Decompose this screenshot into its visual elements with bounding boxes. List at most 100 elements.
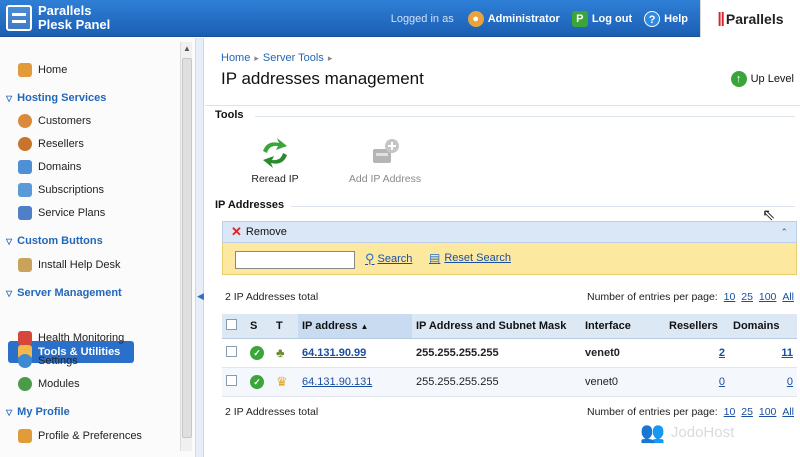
collapse-sidebar-arrow-icon[interactable]: ◀ (197, 291, 204, 302)
section-custom-buttons[interactable]: ▽ Custom Buttons (6, 235, 103, 247)
breadcrumb-server-tools[interactable]: Server Tools (263, 52, 324, 64)
sidebar-item-profile-preferences[interactable]: Profile & Preferences (18, 429, 142, 443)
column-ip-address[interactable]: IP address ▲ (298, 314, 412, 339)
sidebar-item-label: Home (38, 64, 68, 76)
brand-name: Parallels (725, 10, 784, 27)
sidebar-splitter[interactable]: ◀ (196, 38, 204, 457)
sidebar-item-label: Health Monitoring (38, 332, 125, 344)
user-link[interactable]: ● Administrator (467, 10, 560, 27)
page-title: IP addresses management (221, 69, 424, 88)
domains-icon (18, 160, 32, 174)
health-monitoring-icon (18, 331, 32, 345)
row-checkbox-cell[interactable] (222, 338, 246, 368)
mask-cell: 255.255.255.255 (412, 367, 581, 397)
per-page-100[interactable]: 100 (759, 406, 777, 418)
ip-addresses-table: S T IP address ▲ IP Address and Subnet M… (222, 314, 797, 397)
reset-search-button[interactable]: ▤ Reset Search (429, 251, 511, 265)
divider (205, 105, 800, 106)
per-page-100[interactable]: 100 (759, 291, 777, 303)
service-plans-icon (18, 206, 32, 220)
up-level-arrow-icon: ↑ (730, 71, 747, 87)
domains-count-link[interactable]: 0 (787, 376, 793, 388)
column-status[interactable]: S (246, 314, 272, 339)
ip-address-link[interactable]: 64.131.90.99 (302, 347, 366, 359)
logout-label: Log out (591, 12, 633, 25)
section-hosting-services[interactable]: ▽ Hosting Services (6, 92, 106, 104)
interface-cell: venet0 (581, 367, 665, 397)
sidebar-item-install-help-desk[interactable]: Install Help Desk (18, 258, 121, 272)
help-label: Help (664, 12, 688, 25)
settings-gear-icon (18, 354, 32, 368)
entries-per-page-top: Number of entries per page: 10 25 100 Al… (587, 291, 794, 303)
search-input[interactable] (235, 251, 355, 269)
column-resellers[interactable]: Resellers (665, 314, 729, 339)
section-title: Custom Buttons (17, 235, 103, 247)
select-all-checkbox[interactable] (226, 318, 237, 330)
per-page-25[interactable]: 25 (741, 406, 753, 418)
per-page-10[interactable]: 10 (724, 291, 736, 303)
sidebar-item-subscriptions[interactable]: Subscriptions (18, 183, 104, 197)
total-count-top: 2 IP Addresses total (225, 291, 319, 303)
status-ok-icon: ✓ (250, 374, 264, 389)
section-my-profile[interactable]: ▽ My Profile (6, 406, 70, 418)
mask-cell: 255.255.255.255 (412, 338, 581, 368)
up-level-link[interactable]: ↑ Up Level (730, 71, 794, 87)
sidebar-item-modules[interactable]: Modules (18, 377, 80, 391)
sidebar-scrollbar[interactable]: ▲ (180, 42, 192, 451)
subscriptions-icon (18, 183, 32, 197)
add-ip-address-icon (367, 137, 403, 169)
parallels-brand-logo[interactable]: || Parallels (700, 0, 800, 37)
table-row: ✓ ♛ 64.131.90.131 255.255.255.255 venet0… (222, 367, 797, 397)
column-type[interactable]: T (272, 314, 298, 339)
sidebar-item-domains[interactable]: Domains (18, 160, 81, 174)
breadcrumb-home[interactable]: Home (221, 52, 250, 64)
column-ip-address-label: IP address (302, 319, 358, 332)
plesk-logo[interactable]: Parallels Plesk Panel (6, 4, 110, 32)
type-cell: ♣ (272, 338, 298, 368)
help-link[interactable]: ? Help (644, 10, 688, 27)
sidebar-item-settings[interactable]: Settings (18, 354, 78, 368)
sidebar-item-home[interactable]: Home (18, 63, 67, 77)
remove-icon: ✕ (231, 224, 242, 239)
remove-button[interactable]: Remove (246, 226, 287, 238)
column-domains[interactable]: Domains (729, 314, 797, 339)
per-page-25[interactable]: 25 (741, 291, 753, 303)
sidebar: Home ▽ Hosting Services Customers Resell… (0, 38, 196, 457)
logout-link[interactable]: P Log out (571, 10, 633, 27)
row-checkbox-cell[interactable] (222, 367, 246, 397)
sidebar-item-label: Install Help Desk (38, 259, 121, 271)
section-server-management[interactable]: ▽ Server Management (6, 287, 122, 299)
sidebar-item-service-plans[interactable]: Service Plans (18, 206, 105, 220)
sidebar-item-customers[interactable]: Customers (18, 114, 91, 128)
ip-addresses-heading: IP Addresses (215, 199, 285, 211)
per-page-10[interactable]: 10 (724, 406, 736, 418)
scrollbar-thumb[interactable] (182, 58, 192, 438)
select-all-header[interactable] (222, 314, 246, 339)
column-subnet-mask[interactable]: IP Address and Subnet Mask (412, 314, 581, 339)
add-ip-address-label: Add IP Address (348, 173, 422, 185)
scroll-up-arrow-icon[interactable]: ▲ (183, 44, 191, 53)
add-ip-address-button[interactable]: Add IP Address (340, 137, 430, 185)
search-button[interactable]: ⚲ Search (365, 251, 412, 267)
row-checkbox[interactable] (226, 374, 237, 386)
resellers-count-link[interactable]: 0 (719, 376, 725, 388)
reread-ip-icon (257, 137, 293, 169)
logo-line-2: Plesk Panel (38, 17, 111, 32)
per-page-all[interactable]: All (782, 406, 794, 418)
resellers-count-link[interactable]: 2 (719, 347, 725, 359)
top-bar: Parallels Plesk Panel Logged in as ● Adm… (0, 0, 800, 37)
reread-ip-label: Reread IP (251, 173, 299, 185)
shared-ip-type-icon: ♣ (276, 345, 285, 360)
reread-ip-button[interactable]: Reread IP (245, 137, 305, 185)
column-interface[interactable]: Interface (581, 314, 665, 339)
status-cell: ✓ (246, 367, 272, 397)
table-header-row: S T IP address ▲ IP Address and Subnet M… (222, 314, 797, 339)
row-checkbox[interactable] (226, 345, 237, 357)
sidebar-item-health-monitoring[interactable]: Health Monitoring (18, 331, 124, 345)
collapse-toolbar-icon[interactable]: ⌃ (780, 227, 788, 238)
sidebar-item-resellers[interactable]: Resellers (18, 137, 84, 151)
domains-count-link[interactable]: 11 (781, 347, 793, 359)
ip-address-link[interactable]: 64.131.90.131 (302, 376, 372, 388)
per-page-all[interactable]: All (782, 291, 794, 303)
modules-icon (18, 377, 32, 391)
